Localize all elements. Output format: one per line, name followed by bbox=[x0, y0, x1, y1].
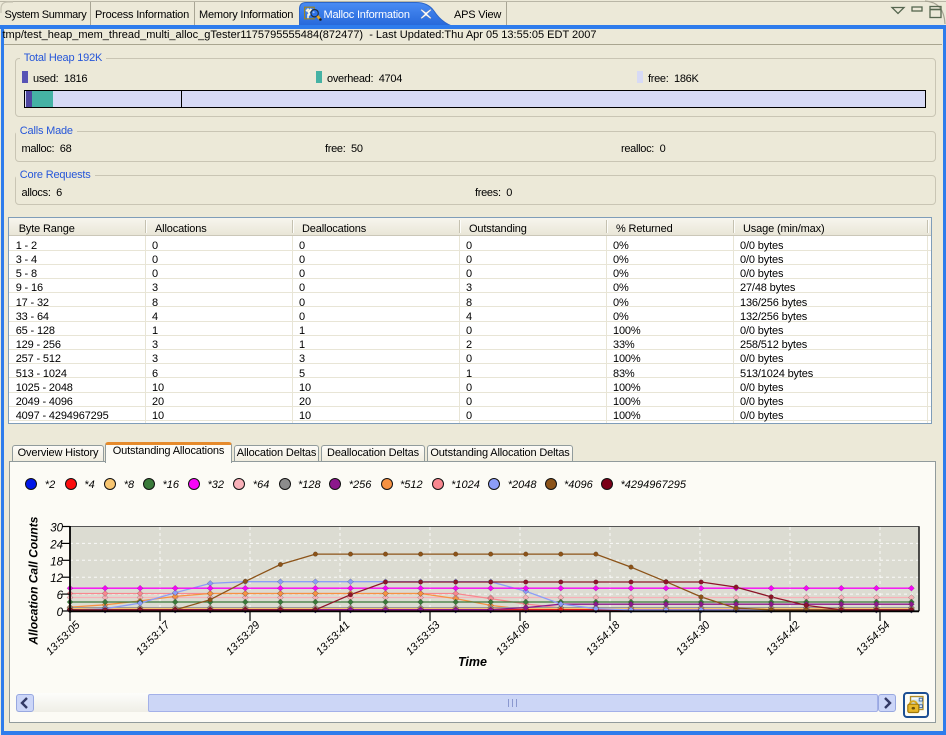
svg-text:13:53:41: 13:53:41 bbox=[314, 619, 353, 658]
svg-text:6: 6 bbox=[57, 590, 64, 602]
svg-text:12: 12 bbox=[50, 573, 63, 585]
svg-text:13:53:53: 13:53:53 bbox=[404, 619, 443, 658]
svg-text:13:54:18: 13:54:18 bbox=[584, 619, 623, 658]
svg-text:13:54:42: 13:54:42 bbox=[764, 619, 803, 658]
svg-text:18: 18 bbox=[50, 556, 63, 568]
svg-text:24: 24 bbox=[49, 539, 63, 551]
svg-text:13:53:29: 13:53:29 bbox=[224, 619, 263, 658]
svg-text:Allocation Call Counts: Allocation Call Counts bbox=[27, 516, 41, 645]
svg-text:Time: Time bbox=[458, 655, 487, 669]
svg-text:13:53:05: 13:53:05 bbox=[44, 619, 83, 658]
svg-text:13:53:17: 13:53:17 bbox=[134, 619, 173, 658]
svg-text:13:54:06: 13:54:06 bbox=[494, 619, 533, 658]
svg-text:30: 30 bbox=[50, 523, 63, 535]
svg-text:13:54:30: 13:54:30 bbox=[674, 619, 713, 658]
svg-text:13:54:54: 13:54:54 bbox=[854, 619, 893, 658]
svg-text:0: 0 bbox=[57, 607, 64, 619]
